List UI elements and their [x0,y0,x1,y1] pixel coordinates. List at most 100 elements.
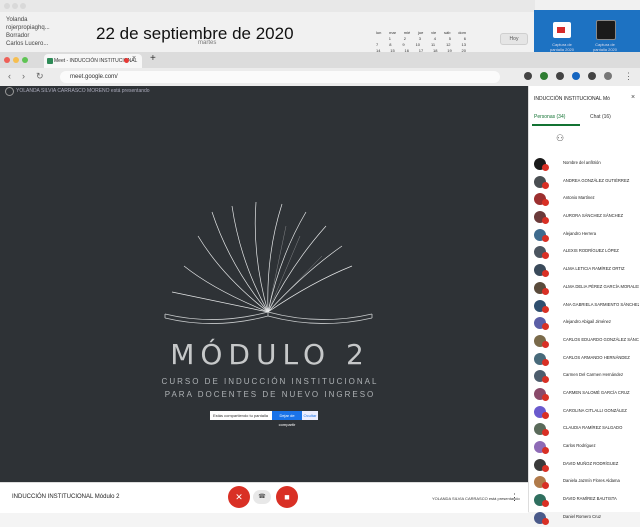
participant-row[interactable]: ANDREA GONZÁLEZ GUTIÉRREZ [530,174,640,192]
participant-name: CAROLINA CITLALLI GONZÁLEZ [563,407,627,413]
extension-icon[interactable] [524,72,532,80]
muted-mic-icon [542,181,549,189]
calendar-day-name: martes [198,40,217,46]
participant-name: ANDREA GONZÁLEZ GUTIÉRREZ [563,177,630,183]
mail-item[interactable]: Borrador [6,32,86,40]
participant-name: Carlos Rodríguez [563,443,596,448]
participant-name: CLAUDIA RAMÍREZ SALGADO [563,425,623,431]
panel-title: INDUCCIÓN INSTITUCIONAL Mó [534,96,610,102]
meet-favicon-icon [47,58,53,64]
participant-list: Nombre del anfitrión ANDREA GONZÁLEZ GUTI… [530,156,640,527]
participant-row[interactable]: Carmen Del Carmen Hernández [530,368,640,386]
profile-avatar-icon[interactable] [604,72,612,80]
forward-arrow-icon[interactable]: › [22,71,25,81]
tab-people[interactable]: Personas (34) [534,114,565,120]
muted-mic-icon [542,340,549,348]
extension-icon[interactable] [556,72,564,80]
browser-close-icon[interactable] [4,57,10,63]
participant-row[interactable]: Alejandro Abigail Jiménez [530,315,640,333]
participant-row[interactable]: Carlos Rodríguez [530,439,640,457]
calendar-day[interactable]: lun [376,30,381,36]
participant-name: DAVID MUÑOZ RODRÍGUEZ [563,460,619,466]
participant-row[interactable]: Nombre del anfitrión [530,156,640,174]
participant-row[interactable]: DAVID RAMÍREZ BAUTISTA [530,492,640,510]
calendar-date-title: 22 de septiembre de 2020 [96,24,294,43]
meeting-name[interactable]: INDUCCIÓN INSTITUCIONAL Módulo 2 [12,494,119,500]
participant-name: Nombre del anfitrión [563,160,601,165]
mail-item[interactable]: Yolanda [6,16,86,24]
participant-row[interactable]: CARLOS EDUARDO GONZÁLEZ SÁNCHEZ [530,333,640,351]
today-button[interactable]: Hoy [500,33,528,45]
microphone-toggle-button[interactable]: ✕ [228,486,250,508]
presentation-stage [0,86,528,482]
participant-row[interactable]: Daniela Jazmín Flores Aldama [530,474,640,492]
slide-subtitle: CURSO DE INDUCCIÓN INSTITUCIONAL [161,377,379,386]
muted-mic-icon [542,447,549,454]
participant-name: Carmen Del Carmen Hernández [563,372,624,378]
participant-row[interactable]: Antonio Martínez [530,191,640,209]
participant-row[interactable]: Daniel Romero Cruz [530,510,640,527]
screenshot-file-icon[interactable] [596,20,616,40]
mini-calendar[interactable]: lun mar mié jue vie sáb dom 1 2 3 4 5 6 7 8 9 10 11 12 13 14… [376,30,466,54]
participant-row[interactable]: AURORA SÁNCHEZ SÁNCHEZ [530,209,640,227]
mail-sidebar-list: Yolanda rojerpropiaghq... Borrador Carlo… [6,16,86,48]
muted-mic-icon [542,464,549,472]
participant-name: ALEXIS RODRÍGUEZ LÓPEZ [563,248,619,254]
muted-mic-icon [542,323,549,331]
participant-row[interactable]: Alejandro Herrera [530,227,640,245]
presenter-banner: YOLANDA SILVIA CARRASCO MORENO está pres… [16,88,150,94]
browser-menu-icon[interactable]: ⋮ [624,71,633,82]
muted-mic-icon [542,429,549,437]
muted-mic-icon [542,305,549,313]
url-input[interactable]: meet.google.com/ [60,71,500,83]
new-tab-button[interactable]: + [150,53,156,64]
close-panel-button[interactable]: × [631,94,635,101]
participant-row[interactable]: ALEXIS RODRÍGUEZ LÓPEZ [530,244,640,262]
screenshot-file-icon[interactable] [553,22,571,38]
desktop-icon-label: Captura de pantalla 2020 [592,42,618,52]
participant-name: CARLOS EDUARDO GONZÁLEZ SÁNCHEZ [563,336,639,342]
extension-icon[interactable] [572,72,580,80]
add-people-icon[interactable]: ⚇ [553,133,567,147]
participant-row[interactable]: CARMEN SALOMÉ GARCÍA CRUZ [530,386,640,404]
participant-name: ALMA LETICIA RAMÍREZ ORTIZ [563,266,625,272]
muted-mic-icon [542,234,549,242]
participant-row[interactable]: ALMA DELIA PÉREZ GARCÍA MORALES [530,280,640,298]
participant-row[interactable]: CAROLINA CITLALLI GONZÁLEZ [530,404,640,422]
participant-name: Alejandro Abigail Jiménez [563,319,611,325]
window-zoom-icon[interactable] [20,3,26,9]
participant-row[interactable]: ANA GABRIELA SARMIENTO SÁNCHEZ [530,298,640,316]
extension-icon[interactable] [588,72,596,80]
extension-icon[interactable] [540,72,548,80]
browser-zoom-icon[interactable] [22,57,28,63]
camera-toggle-button[interactable]: ■ [276,486,298,508]
end-call-button[interactable]: ☎ [253,490,271,504]
window-close-icon[interactable] [4,3,10,9]
participant-name: CARLOS ARMANDO HERNÁNDEZ [563,354,630,360]
muted-mic-icon [542,217,549,225]
muted-mic-icon [542,517,549,525]
reload-icon[interactable]: ↻ [36,71,44,82]
participant-row[interactable]: ALMA LETICIA RAMÍREZ ORTIZ [530,262,640,280]
presenting-status[interactable]: YOLANDA SILVIA CARRASCO está presentando [432,496,520,501]
window-minimize-icon[interactable] [12,3,18,9]
desktop-icon-label: Captura de pantalla 2020 [549,42,575,52]
hide-notice-button[interactable]: Ocultar [302,411,318,420]
more-options-button[interactable]: ⋮ [510,492,519,503]
mail-item[interactable]: rojerpropiaghq... [6,24,86,32]
tab-close-button[interactable]: × [132,55,136,62]
participant-row[interactable]: CLAUDIA RAMÍREZ SALGADO [530,421,640,439]
muted-mic-icon [542,252,549,260]
back-arrow-icon[interactable]: ‹ [8,71,11,81]
active-tab-indicator [532,124,580,126]
muted-mic-icon [542,358,549,366]
participant-name: ALMA DELIA PÉREZ GARCÍA MORALES [563,283,639,289]
muted-mic-icon [542,500,549,508]
participant-row[interactable]: CARLOS ARMANDO HERNÁNDEZ [530,351,640,369]
mail-item[interactable]: Carlos Lucero... [6,40,86,48]
browser-minimize-icon[interactable] [13,57,19,63]
tab-chat[interactable]: Chat (16) [590,114,611,120]
slide-subtitle: PARA DOCENTES DE NUEVO INGRESO [164,390,376,399]
participant-row[interactable]: DAVID MUÑOZ RODRÍGUEZ [530,457,640,475]
stop-sharing-button[interactable]: Dejar de compartir [272,411,302,427]
